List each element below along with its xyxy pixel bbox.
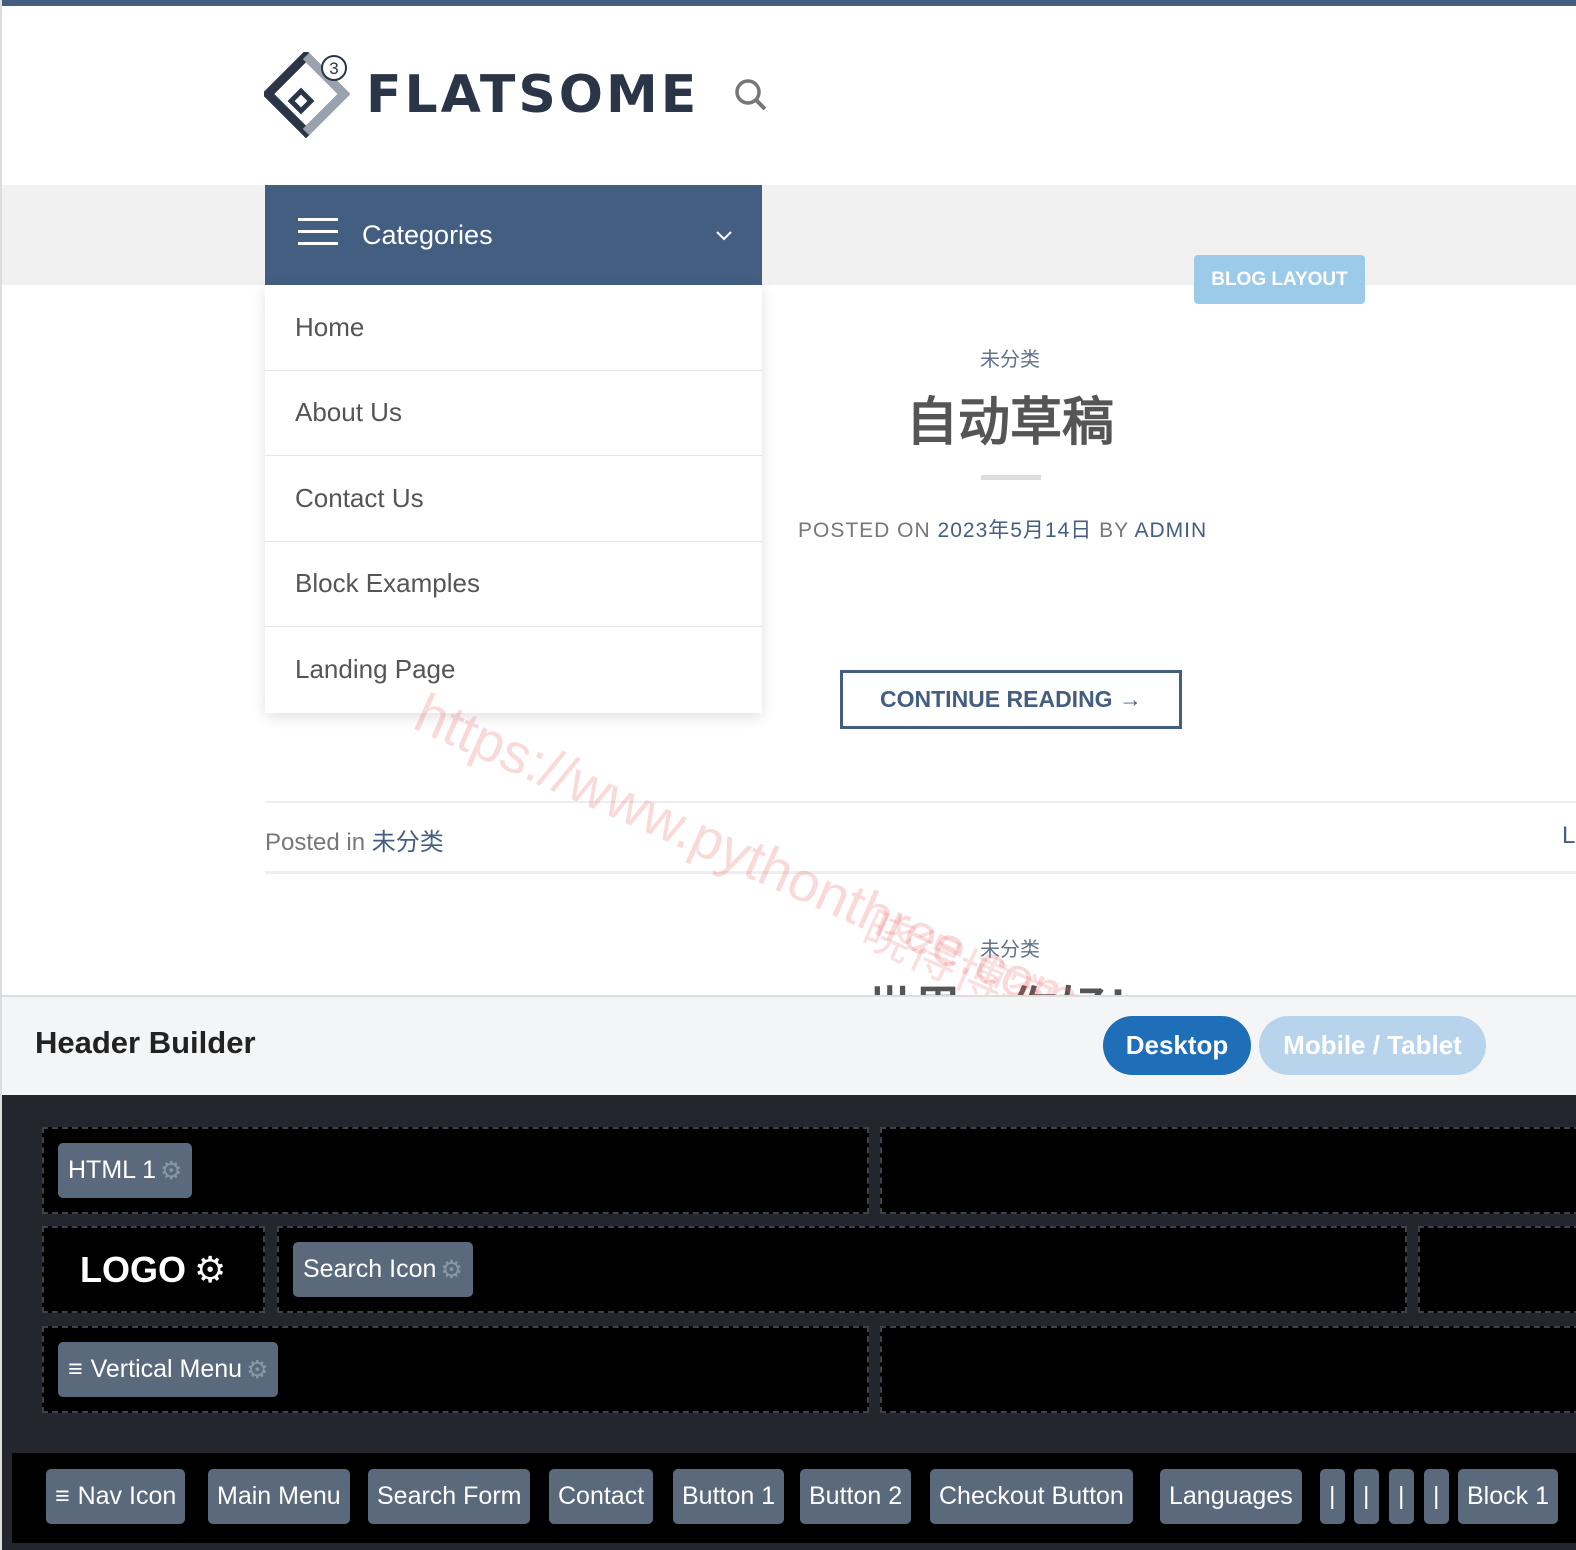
- chip-label: HTML 1: [68, 1156, 156, 1184]
- mobile-tablet-tab[interactable]: Mobile / Tablet: [1259, 1016, 1486, 1075]
- element-tray: ≡ Nav Icon Main Menu Search Form Contact …: [12, 1453, 1576, 1543]
- tray-contact[interactable]: Contact: [549, 1469, 654, 1524]
- posted-in-category[interactable]: 未分类: [372, 829, 444, 856]
- logo-zone[interactable]: LOGO ⚙: [42, 1226, 265, 1313]
- tray-button-2[interactable]: Button 2: [800, 1469, 912, 1524]
- top-left-zone[interactable]: HTML 1 ⚙: [42, 1127, 869, 1214]
- tray-divider-1[interactable]: |: [1320, 1469, 1345, 1524]
- header-builder-title: Header Builder: [35, 1025, 256, 1060]
- vertical-menu-element[interactable]: ≡ Vertical Menu ⚙: [58, 1342, 279, 1397]
- desktop-tab[interactable]: Desktop: [1103, 1016, 1251, 1075]
- meta-prefix: POSTED ON: [798, 519, 938, 542]
- html-1-element[interactable]: HTML 1 ⚙: [58, 1143, 193, 1198]
- main-left-zone[interactable]: Search Icon ⚙: [277, 1226, 1407, 1313]
- tray-languages[interactable]: Languages: [1160, 1469, 1302, 1524]
- tray-main-menu[interactable]: Main Menu: [208, 1469, 350, 1524]
- categories-dropdown: Home About Us Contact Us Block Examples …: [265, 285, 762, 713]
- gear-icon[interactable]: ⚙: [160, 1156, 182, 1186]
- main-right-zone[interactable]: [1418, 1226, 1576, 1313]
- search-icon[interactable]: [734, 78, 768, 117]
- tray-divider-3[interactable]: |: [1389, 1469, 1414, 1524]
- gear-icon[interactable]: ⚙: [246, 1355, 268, 1385]
- site-logo[interactable]: 3 FLATSOME: [264, 52, 699, 138]
- top-right-zone[interactable]: [880, 1127, 1576, 1214]
- menu-item-about-us[interactable]: About Us: [265, 371, 762, 456]
- menu-icon: ≡: [55, 1482, 70, 1510]
- tray-block-1[interactable]: Block 1: [1458, 1469, 1558, 1524]
- tray-divider-2[interactable]: |: [1354, 1469, 1379, 1524]
- categories-menu-toggle[interactable]: Categories: [265, 185, 762, 285]
- gear-icon[interactable]: ⚙: [440, 1255, 462, 1285]
- menu-icon: ≡: [68, 1355, 83, 1383]
- tray-search-form[interactable]: Search Form: [368, 1469, 531, 1524]
- title-divider: [981, 475, 1041, 480]
- bottom-right-zone[interactable]: [880, 1326, 1576, 1413]
- menu-item-block-examples[interactable]: Block Examples: [265, 542, 762, 627]
- divider: [265, 871, 1576, 874]
- flatsome-logo-icon: 3: [264, 52, 350, 138]
- top-accent-bar: [2, 0, 1576, 6]
- post-author[interactable]: ADMIN: [1134, 519, 1207, 542]
- divider: [265, 801, 1576, 803]
- chip-label: Search Icon: [303, 1255, 437, 1283]
- tray-checkout-button[interactable]: Checkout Button: [930, 1469, 1133, 1524]
- categories-label: Categories: [362, 219, 493, 250]
- chevron-down-icon: [716, 224, 732, 247]
- chip-label: Nav Icon: [77, 1482, 177, 1510]
- post-category[interactable]: 未分类: [760, 343, 1260, 372]
- bottom-left-zone[interactable]: ≡ Vertical Menu ⚙: [42, 1326, 869, 1413]
- chip-label: Vertical Menu: [90, 1355, 243, 1383]
- posted-in: Posted in 未分类: [265, 822, 444, 857]
- tray-divider-4[interactable]: |: [1424, 1469, 1449, 1524]
- menu-item-contact-us[interactable]: Contact Us: [265, 456, 762, 542]
- post-title[interactable]: 自动草稿: [760, 380, 1260, 455]
- logo-element[interactable]: LOGO: [80, 1249, 186, 1291]
- posted-in-label: Posted in: [265, 829, 372, 856]
- menu-item-home[interactable]: Home: [265, 285, 762, 371]
- search-icon-element[interactable]: Search Icon ⚙: [293, 1242, 473, 1297]
- tray-nav-icon[interactable]: ≡ Nav Icon: [46, 1469, 186, 1524]
- logo-text: FLATSOME: [366, 65, 700, 125]
- hamburger-icon: [298, 217, 338, 253]
- post-date[interactable]: 2023年5月14日: [938, 519, 1093, 542]
- post-meta: POSTED ON 2023年5月14日 BY ADMIN: [798, 514, 1207, 544]
- blog-layout-badge[interactable]: BLOG LAYOUT: [1194, 255, 1365, 304]
- meta-by: BY: [1092, 519, 1135, 542]
- menu-item-landing-page[interactable]: Landing Page: [265, 627, 762, 713]
- tray-button-1[interactable]: Button 1: [673, 1469, 785, 1524]
- svg-text:3: 3: [329, 59, 338, 78]
- continue-reading-button[interactable]: CONTINUE READING →: [840, 670, 1182, 729]
- gear-icon[interactable]: ⚙: [194, 1249, 226, 1291]
- comment-link[interactable]: L: [1562, 822, 1576, 850]
